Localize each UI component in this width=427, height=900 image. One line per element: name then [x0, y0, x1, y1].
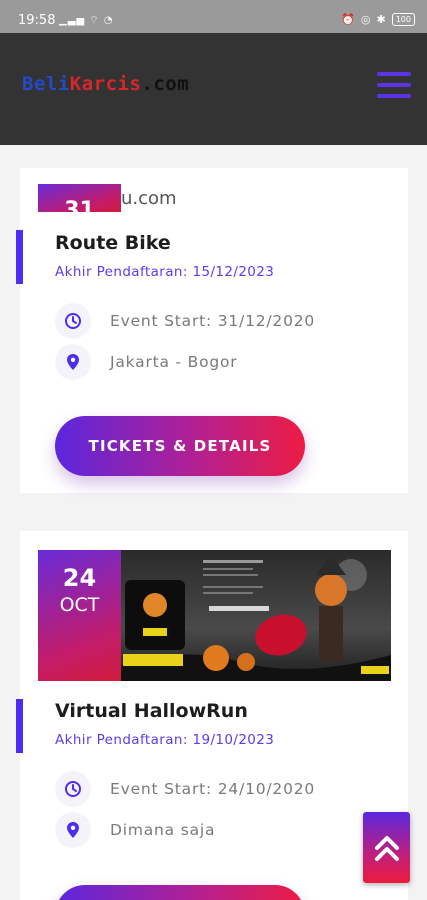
status-time: 19:58 — [18, 13, 56, 28]
location-text: Dimana saja — [110, 821, 216, 839]
double-chevron-up-icon — [374, 835, 399, 861]
date-badge: 31 — [38, 184, 121, 212]
location-pin-icon — [55, 812, 91, 848]
accent-bar — [16, 230, 23, 284]
event-start-text: Event Start: 31/12/2020 — [110, 312, 316, 330]
logo-part-beli: Beli — [22, 73, 70, 95]
signal-icons: ▁▃▅ ⌔ ◔ — [59, 15, 114, 26]
image-alt-text: u.com — [121, 188, 177, 209]
tickets-details-button[interactable]: TICKETS & DETAILS — [55, 416, 305, 476]
location-pin-icon — [55, 344, 91, 380]
scroll-to-top-button[interactable] — [363, 812, 410, 883]
date-day: 24 — [62, 564, 97, 592]
event-start-row: Event Start: 31/12/2020 — [55, 303, 315, 339]
hamburger-menu-icon[interactable] — [377, 72, 411, 102]
status-right-icons: ⏰ ◎ ✱ 100 — [341, 13, 415, 26]
site-logo[interactable]: BeliKarcis.com — [22, 73, 189, 95]
event-card: 24 OCT Virtual HallowRun Akhir Pendaftar… — [16, 531, 408, 900]
location-row: Dimana saja — [55, 812, 215, 848]
tickets-details-button[interactable] — [55, 885, 305, 900]
event-card: 31 u.com Route Bike Akhir Pendaftaran: 1… — [16, 168, 408, 493]
event-start-row: Event Start: 24/10/2020 — [55, 771, 315, 807]
registration-deadline: Akhir Pendaftaran: 19/10/2023 — [55, 732, 275, 748]
registration-deadline: Akhir Pendaftaran: 15/12/2023 — [55, 264, 275, 280]
clock-icon — [55, 771, 91, 807]
app-header: BeliKarcis.com — [0, 33, 427, 145]
event-title[interactable]: Virtual HallowRun — [55, 700, 248, 722]
bluetooth-icon: ✱ — [376, 13, 386, 26]
event-title[interactable]: Route Bike — [55, 232, 171, 254]
location-row: Jakarta - Bogor — [55, 344, 237, 380]
accent-bar — [16, 699, 23, 753]
event-start-text: Event Start: 24/10/2020 — [110, 780, 316, 798]
date-day: 31 — [64, 198, 95, 212]
date-month: OCT — [59, 594, 100, 616]
event-poster-image[interactable] — [121, 550, 391, 681]
logo-part-karcis: Karcis — [69, 73, 142, 95]
location-text: Jakarta - Bogor — [110, 353, 238, 371]
clock-icon — [55, 303, 91, 339]
date-badge: 24 OCT — [38, 550, 121, 681]
location-status-icon: ◎ — [360, 13, 371, 26]
alarm-icon: ⏰ — [341, 13, 355, 26]
battery-icon: 100 — [391, 13, 415, 26]
logo-part-com: .com — [141, 73, 190, 95]
status-bar: 19:58 ▁▃▅ ⌔ ◔ ⏰ ◎ ✱ 100 — [0, 0, 427, 33]
